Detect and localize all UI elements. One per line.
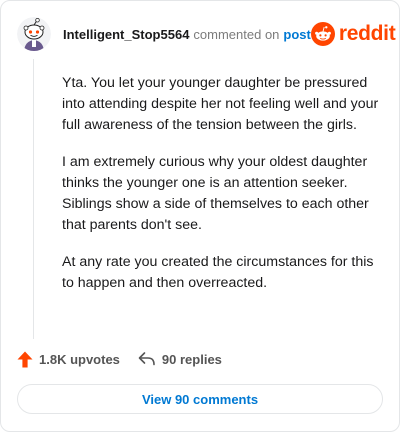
comment-body: Yta. You let your younger daughter be pr… — [62, 73, 380, 310]
action-text: commented on — [193, 26, 280, 42]
upvote-arrow-icon — [17, 351, 33, 367]
avatar[interactable] — [17, 17, 51, 51]
reddit-brand[interactable]: reddit — [310, 22, 396, 46]
snoo-avatar-icon — [17, 17, 51, 51]
comment-header: Intelligent_Stop5564 commented on post r… — [17, 15, 396, 53]
view-comments-button[interactable]: View 90 comments — [17, 384, 383, 414]
username[interactable]: Intelligent_Stop5564 — [63, 27, 189, 42]
comment-paragraph: I am extremely curious why your oldest d… — [62, 154, 369, 233]
brand-wordmark: reddit — [338, 22, 396, 45]
upvote-count: 1.8K upvotes — [39, 351, 120, 367]
post-link[interactable]: post — [283, 27, 310, 42]
comment-meta: Intelligent_Stop5564 commented on post — [63, 27, 311, 42]
comment-paragraph: At any rate you created the circumstance… — [62, 254, 374, 291]
comment-card: Intelligent_Stop5564 commented on post r… — [0, 0, 400, 432]
thread-line — [33, 59, 34, 339]
replies-button[interactable]: 90 replies — [138, 351, 222, 367]
reddit-logo-icon — [310, 22, 335, 46]
comment-actions: 1.8K upvotes 90 replies — [17, 348, 222, 370]
reply-arrow-icon — [138, 352, 155, 366]
comment-paragraph: Yta. You let your younger daughter be pr… — [62, 75, 379, 133]
upvote-button[interactable]: 1.8K upvotes — [17, 351, 120, 368]
reply-count: 90 replies — [161, 351, 222, 367]
